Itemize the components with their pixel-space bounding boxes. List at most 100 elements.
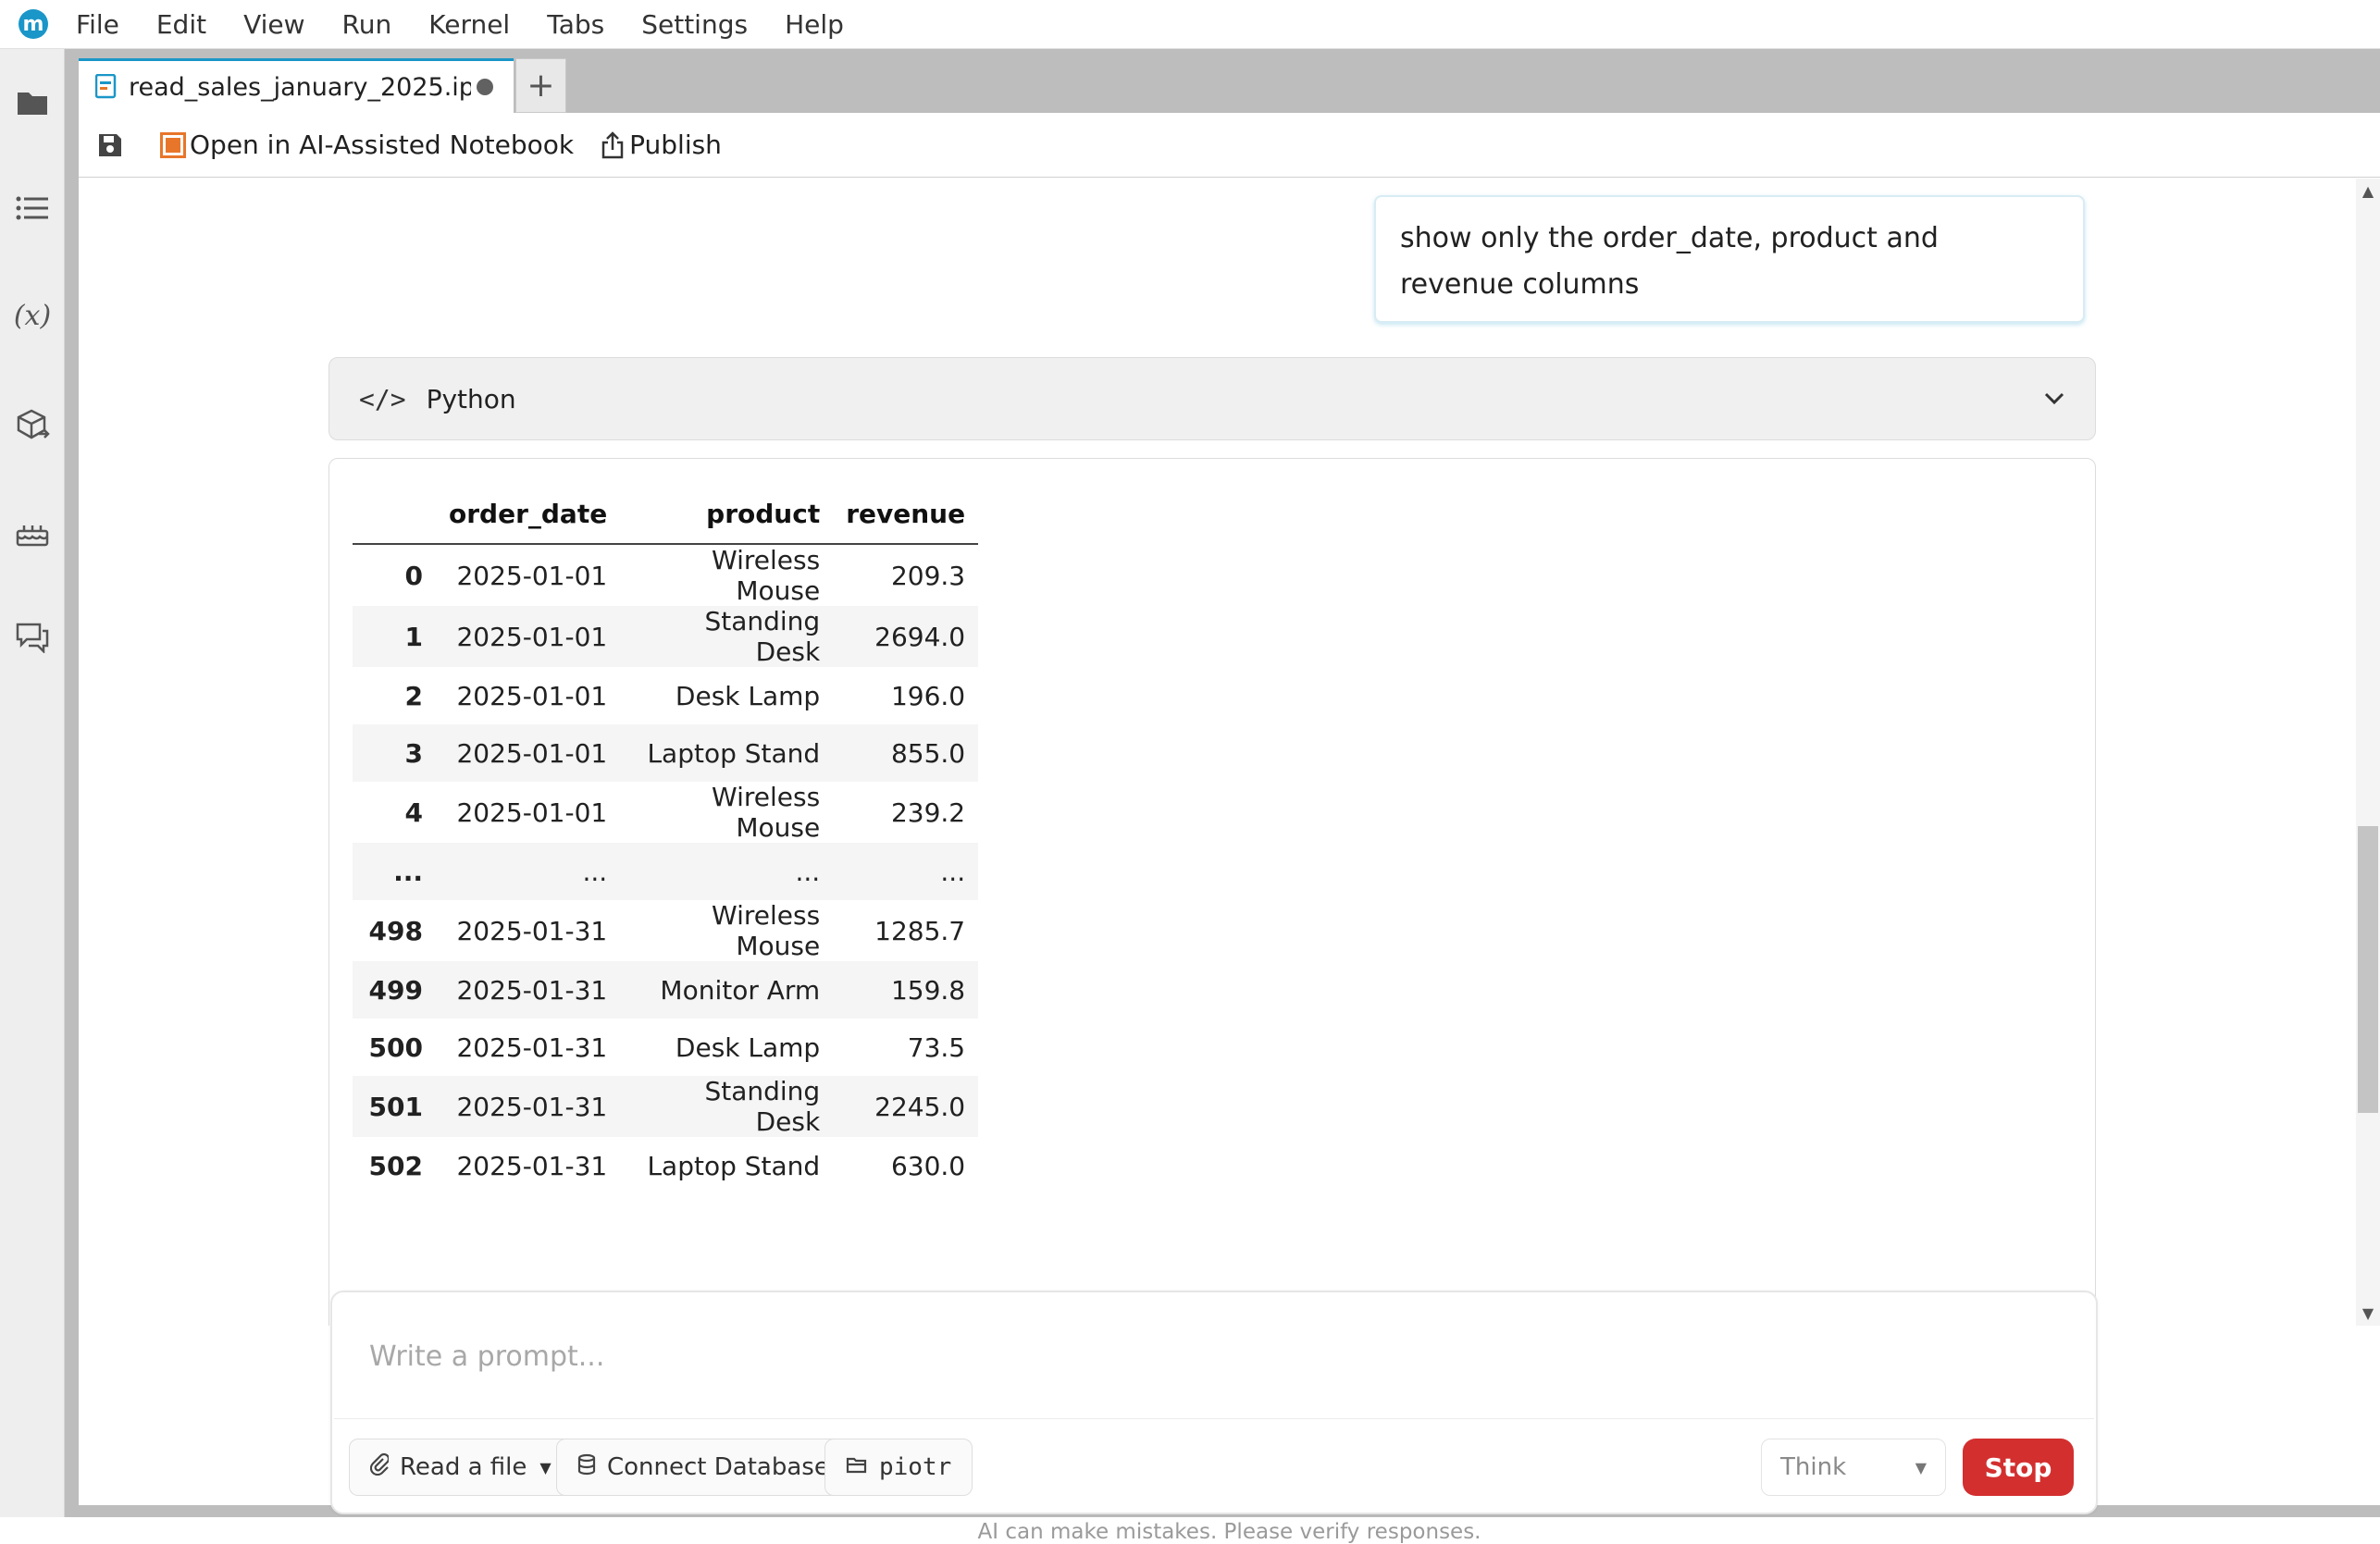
row-index: 3 (353, 724, 436, 782)
save-icon (97, 132, 123, 158)
working-directory-button[interactable]: piotr (824, 1439, 973, 1496)
database-icon (577, 1453, 596, 1481)
row-index: 499 (353, 961, 436, 1019)
open-ai-notebook-button[interactable]: Open in AI-Assisted Notebook (160, 130, 574, 160)
table-row: ............ (353, 843, 979, 900)
menu-help[interactable]: Help (785, 9, 844, 40)
table-cell: 2025-01-01 (436, 724, 621, 782)
table-cell: 2025-01-01 (456, 680, 608, 711)
row-index: 498 (368, 915, 423, 946)
table-cell: 1285.7 (874, 915, 966, 946)
notebook-icon (95, 74, 118, 100)
table-cell: 2025-01-01 (456, 560, 608, 591)
scroll-up-icon[interactable]: ▲ (2356, 182, 2380, 200)
ai-notebook-icon (160, 131, 186, 158)
table-cell: 2025-01-31 (456, 1150, 608, 1181)
table-header-row: order_date product revenue (353, 485, 979, 545)
caret-down-icon: ▼ (539, 1458, 552, 1476)
table-cell: ... (620, 843, 834, 900)
ai-disclaimer: AI can make mistakes. Please verify resp… (977, 1520, 1481, 1544)
think-mode-select[interactable]: Think ▼ (1761, 1439, 1946, 1496)
notebook-panel: Open in AI-Assisted Notebook Publish sho… (79, 113, 2380, 1544)
table-cell: Desk Lamp (675, 680, 821, 711)
menu-file[interactable]: File (76, 9, 119, 40)
python-code-toggle[interactable]: </> Python (328, 357, 2096, 440)
menu-run[interactable]: Run (342, 9, 392, 40)
list-icon[interactable] (12, 188, 53, 229)
index-header (353, 485, 436, 545)
row-index: 502 (368, 1150, 423, 1181)
package-icon[interactable] (12, 404, 53, 445)
connect-database-label: Connect Database (607, 1453, 829, 1481)
row-index: 0 (404, 560, 423, 591)
table-cell: 209.3 (890, 560, 966, 591)
table-cell: Wireless Mouse (712, 782, 821, 843)
table-cell: 2694.0 (833, 606, 979, 667)
unsaved-indicator-icon[interactable] (477, 79, 493, 95)
table-cell: Desk Lamp (675, 1031, 821, 1063)
row-index: ... (353, 843, 436, 900)
table-cell: 855.0 (833, 724, 979, 782)
table-cell: Wireless Mouse (712, 545, 821, 606)
table-cell: Wireless Mouse (712, 900, 821, 961)
chat-icon[interactable] (12, 617, 53, 658)
prompt-composer: Read a file ▼ Connect Database piotr Thi… (330, 1291, 2098, 1514)
scroll-thumb[interactable] (2358, 826, 2378, 1113)
column-header-revenue: revenue (833, 485, 979, 545)
menu-edit[interactable]: Edit (156, 9, 206, 40)
row-index: 500 (368, 1031, 423, 1063)
publish-button[interactable]: Publish (601, 130, 722, 160)
tab-bar: read_sales_january_2025.ipynb + (79, 58, 566, 113)
table-body: 0 2025-01-01 Wireless Mouse 209.3 1 2025-01-0… (353, 544, 979, 1194)
share-icon (601, 130, 624, 159)
menu-kernel[interactable]: Kernel (428, 9, 510, 40)
variable-icon[interactable]: (x) (12, 295, 53, 336)
table-cell: Laptop Stand (620, 724, 834, 782)
notebook-toolbar: Open in AI-Assisted Notebook Publish (79, 113, 2380, 178)
dataframe-output: order_date product revenue 0 2025-01-01 Wi… (328, 458, 2096, 1326)
table-cell: ... (833, 843, 979, 900)
working-directory-label: piotr (879, 1453, 952, 1481)
user-message: show only the order_date, product and re… (1374, 195, 2085, 323)
prompt-input[interactable] (334, 1294, 2094, 1419)
table-cell: Monitor Arm (620, 961, 834, 1019)
stop-button[interactable]: Stop (1963, 1439, 2074, 1496)
table-row: 4 2025-01-01 Wireless Mouse 239.2 (353, 782, 978, 843)
table-cell: ... (436, 843, 621, 900)
table-cell: Standing Desk (620, 606, 834, 667)
connect-database-button[interactable]: Connect Database (556, 1439, 850, 1496)
chat-scroll-area[interactable]: show only the order_date, product and re… (79, 179, 2380, 1326)
menu-bar: m File Edit View Run Kernel Tabs Setting… (0, 0, 2380, 49)
folder-icon[interactable] (12, 82, 53, 123)
chevron-down-icon (2043, 385, 2065, 413)
save-button[interactable] (97, 132, 123, 158)
menu-settings[interactable]: Settings (641, 9, 748, 40)
table-row: 0 2025-01-01 Wireless Mouse 209.3 (353, 544, 978, 606)
read-file-button[interactable]: Read a file ▼ (349, 1439, 573, 1496)
table-row: 1 2025-01-01 Standing Desk 2694.0 (353, 606, 979, 667)
table-cell: 2025-01-01 (456, 797, 608, 828)
column-header-product: product (620, 485, 834, 545)
table-cell: 2025-01-31 (456, 1031, 608, 1063)
menu-tabs[interactable]: Tabs (547, 9, 604, 40)
read-file-label: Read a file (400, 1453, 527, 1481)
folder-open-icon (846, 1454, 868, 1480)
table-cell: 73.5 (907, 1031, 966, 1063)
table-cell: 2025-01-31 (456, 915, 608, 946)
table-cell: 239.2 (890, 797, 966, 828)
table-cell: 2025-01-01 (436, 606, 621, 667)
table-cell: Laptop Stand (647, 1150, 821, 1181)
left-activity-bar: (x) (0, 49, 65, 1517)
menu-view[interactable]: View (243, 9, 304, 40)
code-block-label: Python (426, 383, 516, 414)
tab-notebook[interactable]: read_sales_january_2025.ipynb (79, 58, 514, 113)
tab-title: read_sales_january_2025.ipynb (129, 72, 471, 102)
scroll-down-icon[interactable]: ▼ (2356, 1304, 2380, 1322)
caret-down-icon: ▼ (1915, 1458, 1927, 1476)
scrollbar[interactable]: ▲ ▼ (2356, 179, 2380, 1326)
cake-icon[interactable] (12, 512, 53, 552)
add-tab-button[interactable]: + (515, 58, 566, 113)
main-dock: read_sales_january_2025.ipynb + Open in … (65, 49, 2380, 1544)
dataframe-table: order_date product revenue 0 2025-01-01 Wi… (353, 485, 979, 1194)
app-logo-icon: m (19, 9, 48, 39)
